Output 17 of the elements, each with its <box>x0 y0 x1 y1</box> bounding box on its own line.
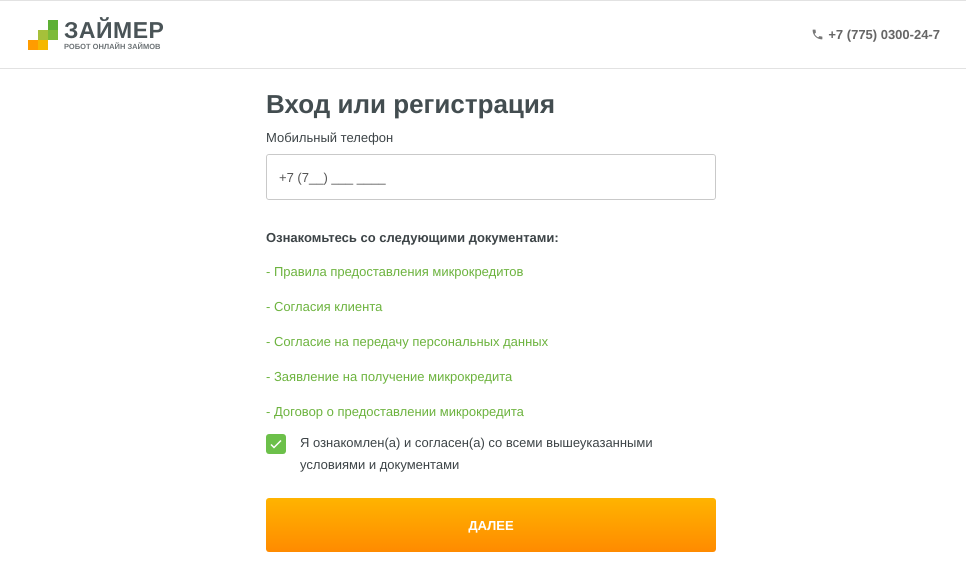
phone-number[interactable]: +7 (775) 0300-24-7 <box>828 27 940 42</box>
field-label: Мобильный телефон <box>266 130 394 145</box>
logo-title: ЗАЙМЕР <box>64 18 164 42</box>
phone-icon <box>811 28 824 41</box>
document-link[interactable]: - Правила предоставления микрокредитов <box>266 264 524 280</box>
page-title: Вход или регистрация <box>266 88 556 120</box>
agreement-checkbox[interactable] <box>266 434 286 454</box>
agreement-label: Я ознакомлен(а) и согласен(а) со всеми вышеуказанными условиями и документами <box>300 434 654 474</box>
phone-input-field[interactable]: +7 (7__) ___ ____ <box>266 154 716 200</box>
document-link[interactable]: - Заявление на получение микрокредита <box>266 369 512 385</box>
logo-icon <box>28 20 58 50</box>
document-link[interactable]: - Согласие на передачу персональных данных <box>266 334 548 350</box>
document-link[interactable]: - Договор о предоставлении микрокредита <box>266 404 524 420</box>
documents-heading: Ознакомьтесь со следующими документами: <box>266 230 559 245</box>
document-link[interactable]: - Согласия клиента <box>266 299 382 315</box>
check-icon <box>269 437 283 451</box>
next-button[interactable]: ДАЛЕЕ <box>266 498 716 552</box>
